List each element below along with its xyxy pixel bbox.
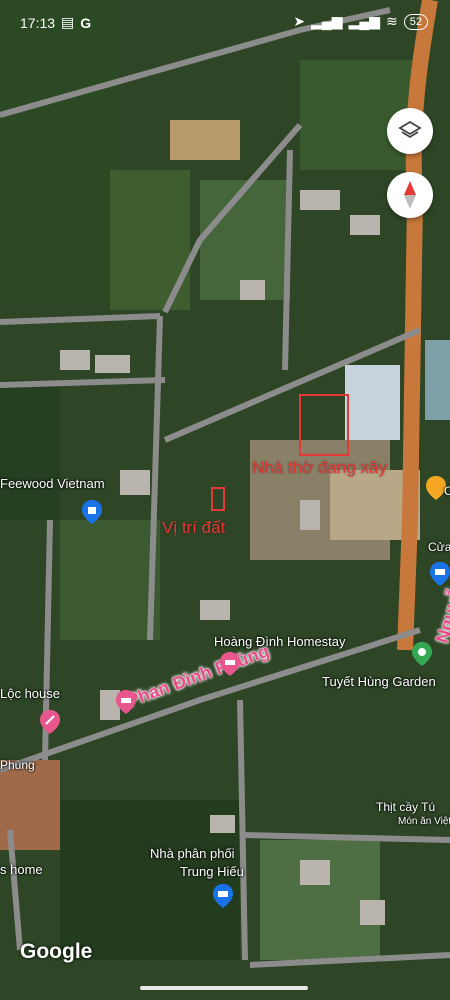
place-label-c-partial[interactable]: C (444, 484, 450, 498)
cart-pin-icon-2[interactable] (430, 562, 450, 586)
notification-icon: ▤ (61, 14, 75, 30)
place-label-feewood[interactable]: Feewood Vietnam (0, 476, 105, 491)
place-label-hoang-dinh[interactable]: Hoàng Đình Homestay (214, 634, 346, 649)
orange-pin-icon[interactable] (426, 476, 446, 500)
place-label-home-partial[interactable]: s home (0, 862, 43, 877)
lodging-pin-icon-2[interactable] (116, 690, 136, 714)
garden-pin-icon[interactable] (412, 642, 432, 666)
clock: 17:13 (20, 14, 56, 31)
place-label-npp-line2[interactable]: Trung Hiếu (180, 864, 244, 879)
status-bar: 17:13 ▤ G ➤ ▂▄▆ ▂▄▆ ≋ 52 (0, 0, 450, 44)
layers-icon (398, 120, 422, 139)
shopping-pin-icon[interactable] (82, 500, 102, 524)
place-label-npp-line1[interactable]: Nhà phân phối (150, 846, 235, 861)
compass-button[interactable] (387, 172, 433, 218)
wrench-pin-icon[interactable] (40, 710, 60, 734)
battery-indicator: 52 (403, 13, 428, 30)
signal-icon-2: ▂▄▆ (348, 13, 381, 29)
wifi-icon: ≋ (386, 13, 398, 29)
place-label-tuyet-hung[interactable]: Tuyết Hùng Garden (322, 674, 436, 689)
layers-button[interactable] (387, 108, 433, 154)
lodging-pin-icon[interactable] (220, 652, 240, 676)
home-gesture-bar[interactable] (140, 986, 308, 990)
compass-icon (404, 181, 416, 209)
google-notification-icon: G (80, 14, 92, 31)
place-label-thit-cay[interactable]: Thịt cầy Tú (376, 800, 435, 814)
place-label-loc-house[interactable]: Lộc house (0, 686, 60, 701)
location-icon: ➤ (293, 13, 306, 29)
annotation-building-label: Nhà thờ đang xây (252, 458, 387, 477)
place-label-cua-partial[interactable]: Cửa (428, 540, 450, 554)
cart-pin-icon[interactable] (213, 884, 233, 908)
annotation-plot-label: Vị trí đất (162, 518, 226, 537)
road-label-phung: Phùng (0, 758, 35, 772)
place-label-mon-an: Món ăn Việt (398, 816, 450, 827)
google-logo: Google (20, 940, 93, 963)
signal-icon: ▂▄▆ (311, 13, 343, 29)
